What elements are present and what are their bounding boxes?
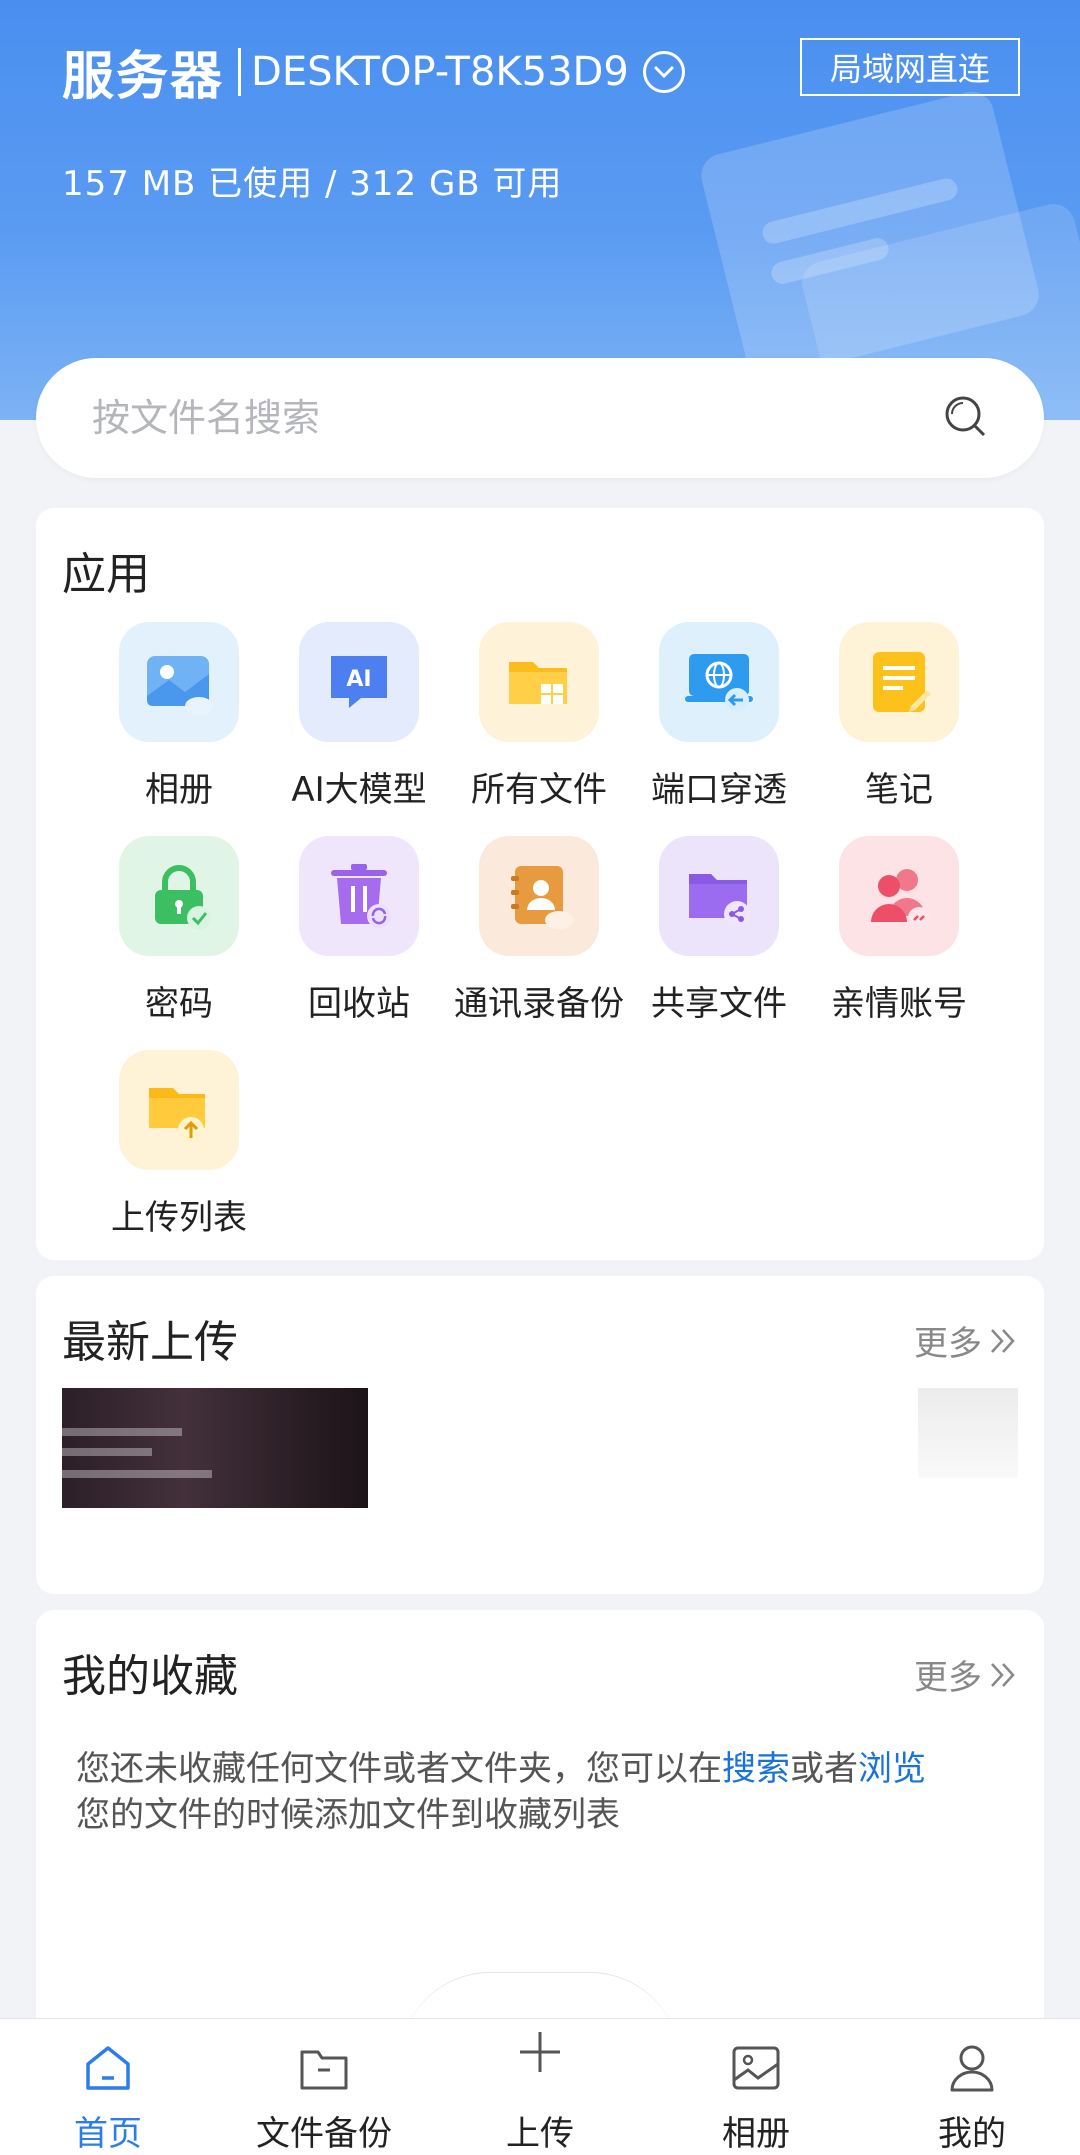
shared-files-icon [659,836,779,956]
app-label: 上传列表 [111,1198,247,1238]
search-input[interactable] [92,396,942,440]
user-icon [950,2045,994,2092]
favorites-title: 我的收藏 [62,1651,238,1702]
server-label: 服务器 [62,47,225,107]
browse-link[interactable]: 浏览 [858,1749,926,1789]
app-shared-files[interactable]: 共享文件 [629,836,809,1025]
server-name: DESKTOP-T8K53D9 [251,48,629,95]
port-forward-icon [659,622,779,742]
photo-thumbnail[interactable] [62,1388,368,1508]
app-ai-model[interactable]: AI AI大模型 [269,622,449,811]
app-label: 所有文件 [471,770,607,810]
app-label: 回收站 [308,984,410,1024]
nav-label: 上传 [506,2114,574,2154]
recent-title: 最新上传 [62,1317,238,1368]
plus-icon [520,2032,560,2072]
app-family-account[interactable]: 亲情账号 [809,836,989,1025]
family-account-icon [839,836,959,956]
album-icon [119,622,239,742]
app-label: 通讯录备份 [454,984,624,1024]
ai-model-icon: AI [299,622,419,742]
divider [238,47,242,96]
recent-thumbnails[interactable] [62,1388,1018,1578]
apps-card: 应用 相册 AI AI大模型 所有文件 端口穿透 笔记 密码 回收站 通讯录备份… [36,508,1044,1260]
upload-list-icon [119,1050,239,1170]
more-label: 更多 [914,1658,982,1698]
app-label: AI大模型 [291,770,427,810]
app-upload-list[interactable]: 上传列表 [89,1050,269,1239]
empty-text: 您的文件的时候添加文件到收藏列表 [76,1795,620,1835]
app-contacts-backup[interactable]: 通讯录备份 [449,836,629,1025]
app-recycle-bin[interactable]: 回收站 [269,836,449,1025]
favorites-more-link[interactable]: 更多 [914,1650,1018,1699]
nav-label: 首页 [74,2114,142,2154]
notes-icon [839,622,959,742]
search-link[interactable]: 搜索 [722,1749,790,1789]
contacts-backup-icon [479,836,599,956]
more-label: 更多 [914,1324,982,1364]
nav-home[interactable]: 首页 [18,2040,198,2155]
app-password[interactable]: 密码 [89,836,269,1025]
empty-text: 您还未收藏任何文件或者文件夹，您可以在 [76,1749,722,1789]
home-icon [86,2046,130,2090]
recycle-bin-icon [299,836,419,956]
nav-file-backup[interactable]: 文件备份 [234,2040,414,2155]
header-banner: 服务器 DESKTOP-T8K53D9 局域网直连 157 MB 已使用 / 3… [0,0,1080,420]
nav-label: 文件备份 [256,2114,392,2154]
photo-thumbnail[interactable] [918,1388,1018,1478]
empty-text: 或者 [790,1749,858,1789]
app-port-forward[interactable]: 端口穿透 [629,622,809,811]
nav-label: 我的 [938,2114,1006,2154]
chevron-down-icon[interactable] [642,50,685,93]
recent-more-link[interactable]: 更多 [914,1316,1018,1365]
double-chevron-right-icon [991,1328,1015,1353]
password-icon [119,836,239,956]
app-label: 共享文件 [651,984,787,1024]
app-label: 笔记 [865,770,933,810]
storage-usage: 157 MB 已使用 / 312 GB 可用 [62,164,563,204]
search-bar[interactable] [36,358,1044,478]
recent-uploads-card: 最新上传 更多 [36,1276,1044,1594]
favorites-empty-message: 您还未收藏任何文件或者文件夹，您可以在搜索或者浏览您的文件的时候添加文件到收藏列… [76,1746,1006,1838]
nav-upload[interactable]: 上传 [450,2024,630,2155]
app-album[interactable]: 相册 [89,622,269,811]
search-icon[interactable] [942,393,988,443]
image-icon [732,2046,780,2090]
app-label: 密码 [145,984,213,1024]
app-all-files[interactable]: 所有文件 [449,622,629,811]
folder-icon [300,2050,348,2090]
nav-album[interactable]: 相册 [666,2040,846,2155]
nav-label: 相册 [722,2114,790,2154]
all-files-icon [479,622,599,742]
app-notes[interactable]: 笔记 [809,622,989,811]
nav-mine[interactable]: 我的 [882,2040,1062,2155]
lan-direct-badge[interactable]: 局域网直连 [800,38,1020,96]
server-selector[interactable]: 服务器 DESKTOP-T8K53D9 [62,34,685,109]
app-label: 端口穿透 [651,770,787,810]
app-label: 亲情账号 [831,984,967,1024]
double-chevron-right-icon [991,1662,1015,1687]
apps-title: 应用 [62,549,150,600]
svg-text:AI: AI [346,667,371,692]
app-label: 相册 [145,770,213,810]
